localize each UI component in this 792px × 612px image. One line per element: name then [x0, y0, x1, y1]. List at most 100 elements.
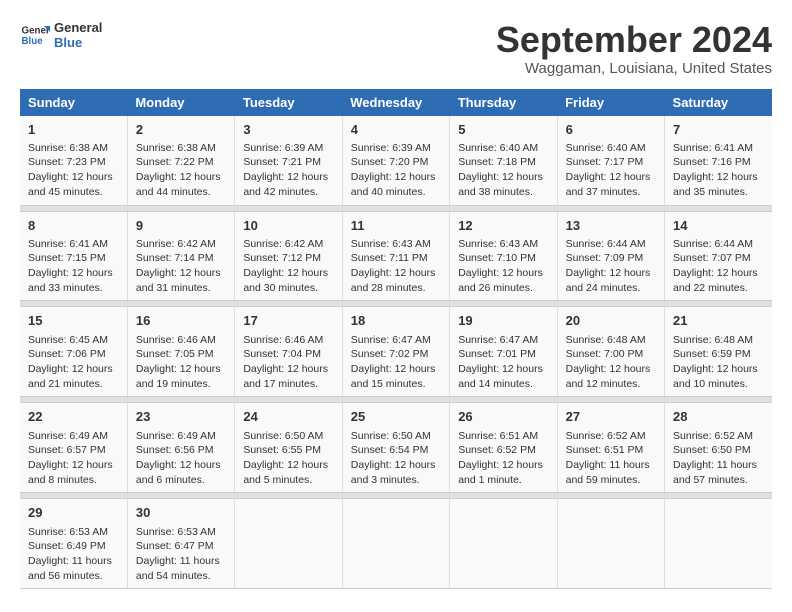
- sunset-text: Sunset: 7:01 PM: [458, 348, 536, 360]
- sunset-text: Sunset: 6:56 PM: [136, 444, 214, 456]
- daylight-text: Daylight: 11 hours and 56 minutes.: [28, 555, 112, 582]
- calendar-cell: 4 Sunrise: 6:39 AM Sunset: 7:20 PM Dayli…: [342, 116, 449, 205]
- day-number: 22: [28, 408, 119, 426]
- daylight-text: Daylight: 12 hours and 3 minutes.: [351, 459, 436, 486]
- sunrise-text: Sunrise: 6:41 AM: [28, 238, 108, 250]
- daylight-text: Daylight: 12 hours and 44 minutes.: [136, 171, 221, 198]
- sunset-text: Sunset: 7:17 PM: [566, 156, 644, 168]
- sunrise-text: Sunrise: 6:52 AM: [566, 430, 646, 442]
- daylight-text: Daylight: 12 hours and 33 minutes.: [28, 267, 113, 294]
- sunset-text: Sunset: 7:23 PM: [28, 156, 106, 168]
- sunset-text: Sunset: 6:49 PM: [28, 540, 106, 552]
- day-number: 9: [136, 217, 226, 235]
- day-number: 23: [136, 408, 226, 426]
- sunset-text: Sunset: 6:51 PM: [566, 444, 644, 456]
- calendar-cell: 10 Sunrise: 6:42 AM Sunset: 7:12 PM Dayl…: [235, 211, 342, 301]
- sunrise-text: Sunrise: 6:46 AM: [136, 334, 216, 346]
- daylight-text: Daylight: 12 hours and 17 minutes.: [243, 363, 328, 390]
- sunrise-text: Sunrise: 6:42 AM: [243, 238, 323, 250]
- sunset-text: Sunset: 7:12 PM: [243, 252, 321, 264]
- calendar-cell: 1 Sunrise: 6:38 AM Sunset: 7:23 PM Dayli…: [20, 116, 127, 205]
- daylight-text: Daylight: 12 hours and 19 minutes.: [136, 363, 221, 390]
- calendar-cell: 5 Sunrise: 6:40 AM Sunset: 7:18 PM Dayli…: [450, 116, 557, 205]
- sunrise-text: Sunrise: 6:53 AM: [136, 526, 216, 538]
- calendar-cell: 18 Sunrise: 6:47 AM Sunset: 7:02 PM Dayl…: [342, 307, 449, 397]
- daylight-text: Daylight: 12 hours and 38 minutes.: [458, 171, 543, 198]
- col-wednesday: Wednesday: [342, 89, 449, 116]
- day-number: 17: [243, 312, 333, 330]
- sunrise-text: Sunrise: 6:52 AM: [673, 430, 753, 442]
- calendar-cell: 15 Sunrise: 6:45 AM Sunset: 7:06 PM Dayl…: [20, 307, 127, 397]
- sunrise-text: Sunrise: 6:44 AM: [673, 238, 753, 250]
- sunset-text: Sunset: 7:00 PM: [566, 348, 644, 360]
- day-number: 4: [351, 121, 441, 139]
- logo-icon: General Blue: [20, 20, 50, 50]
- daylight-text: Daylight: 12 hours and 24 minutes.: [566, 267, 651, 294]
- col-thursday: Thursday: [450, 89, 557, 116]
- sunset-text: Sunset: 7:16 PM: [673, 156, 751, 168]
- day-number: 19: [458, 312, 548, 330]
- sunset-text: Sunset: 7:22 PM: [136, 156, 214, 168]
- daylight-text: Daylight: 12 hours and 45 minutes.: [28, 171, 113, 198]
- daylight-text: Daylight: 12 hours and 8 minutes.: [28, 459, 113, 486]
- daylight-text: Daylight: 12 hours and 26 minutes.: [458, 267, 543, 294]
- calendar-cell: 7 Sunrise: 6:41 AM Sunset: 7:16 PM Dayli…: [665, 116, 772, 205]
- calendar-cell: 2 Sunrise: 6:38 AM Sunset: 7:22 PM Dayli…: [127, 116, 234, 205]
- sunset-text: Sunset: 7:09 PM: [566, 252, 644, 264]
- sunrise-text: Sunrise: 6:48 AM: [673, 334, 753, 346]
- sunrise-text: Sunrise: 6:47 AM: [458, 334, 538, 346]
- day-number: 15: [28, 312, 119, 330]
- calendar-cell: 17 Sunrise: 6:46 AM Sunset: 7:04 PM Dayl…: [235, 307, 342, 397]
- day-number: 1: [28, 121, 119, 139]
- sunrise-text: Sunrise: 6:49 AM: [136, 430, 216, 442]
- sunrise-text: Sunrise: 6:42 AM: [136, 238, 216, 250]
- logo-general: General: [54, 20, 102, 35]
- location-subtitle: Waggaman, Louisiana, United States: [496, 60, 772, 77]
- sunrise-text: Sunrise: 6:39 AM: [243, 142, 323, 154]
- sunset-text: Sunset: 6:54 PM: [351, 444, 429, 456]
- sunrise-text: Sunrise: 6:50 AM: [351, 430, 431, 442]
- day-number: 16: [136, 312, 226, 330]
- day-number: 29: [28, 504, 119, 522]
- daylight-text: Daylight: 12 hours and 22 minutes.: [673, 267, 758, 294]
- day-number: 10: [243, 217, 333, 235]
- calendar-week-1: 1 Sunrise: 6:38 AM Sunset: 7:23 PM Dayli…: [20, 116, 772, 205]
- calendar-cell: 25 Sunrise: 6:50 AM Sunset: 6:54 PM Dayl…: [342, 403, 449, 493]
- daylight-text: Daylight: 12 hours and 1 minute.: [458, 459, 543, 486]
- calendar-cell: 30 Sunrise: 6:53 AM Sunset: 6:47 PM Dayl…: [127, 499, 234, 589]
- sunset-text: Sunset: 6:55 PM: [243, 444, 321, 456]
- title-block: September 2024 Waggaman, Louisiana, Unit…: [496, 20, 772, 77]
- calendar-cell: 23 Sunrise: 6:49 AM Sunset: 6:56 PM Dayl…: [127, 403, 234, 493]
- sunrise-text: Sunrise: 6:40 AM: [458, 142, 538, 154]
- calendar-cell: 28 Sunrise: 6:52 AM Sunset: 6:50 PM Dayl…: [665, 403, 772, 493]
- day-number: 3: [243, 121, 333, 139]
- day-number: 13: [566, 217, 656, 235]
- day-number: 8: [28, 217, 119, 235]
- sunrise-text: Sunrise: 6:44 AM: [566, 238, 646, 250]
- sunrise-text: Sunrise: 6:47 AM: [351, 334, 431, 346]
- logo-blue: Blue: [54, 35, 102, 50]
- day-number: 6: [566, 121, 656, 139]
- sunset-text: Sunset: 6:57 PM: [28, 444, 106, 456]
- sunset-text: Sunset: 7:07 PM: [673, 252, 751, 264]
- calendar-cell: [450, 499, 557, 589]
- logo-wordmark: General Blue: [54, 20, 102, 50]
- sunset-text: Sunset: 7:06 PM: [28, 348, 106, 360]
- day-number: 11: [351, 217, 441, 235]
- daylight-text: Daylight: 12 hours and 6 minutes.: [136, 459, 221, 486]
- calendar-cell: 3 Sunrise: 6:39 AM Sunset: 7:21 PM Dayli…: [235, 116, 342, 205]
- sunset-text: Sunset: 6:59 PM: [673, 348, 751, 360]
- col-monday: Monday: [127, 89, 234, 116]
- calendar-cell: [557, 499, 664, 589]
- calendar-cell: 8 Sunrise: 6:41 AM Sunset: 7:15 PM Dayli…: [20, 211, 127, 301]
- day-number: 28: [673, 408, 764, 426]
- calendar-cell: 27 Sunrise: 6:52 AM Sunset: 6:51 PM Dayl…: [557, 403, 664, 493]
- calendar-cell: 16 Sunrise: 6:46 AM Sunset: 7:05 PM Dayl…: [127, 307, 234, 397]
- daylight-text: Daylight: 12 hours and 37 minutes.: [566, 171, 651, 198]
- daylight-text: Daylight: 12 hours and 5 minutes.: [243, 459, 328, 486]
- daylight-text: Daylight: 12 hours and 30 minutes.: [243, 267, 328, 294]
- sunset-text: Sunset: 7:15 PM: [28, 252, 106, 264]
- month-title: September 2024: [496, 20, 772, 60]
- calendar-cell: 20 Sunrise: 6:48 AM Sunset: 7:00 PM Dayl…: [557, 307, 664, 397]
- calendar-cell: 6 Sunrise: 6:40 AM Sunset: 7:17 PM Dayli…: [557, 116, 664, 205]
